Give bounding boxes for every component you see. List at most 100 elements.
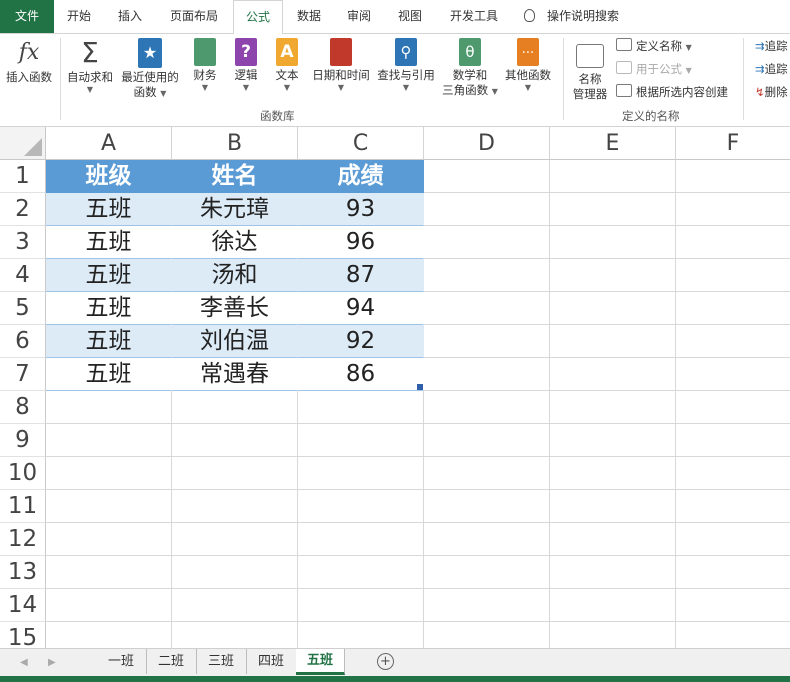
empty-cell[interactable] xyxy=(676,622,790,648)
empty-cell[interactable] xyxy=(676,556,790,589)
row-header[interactable]: 4 xyxy=(0,259,46,292)
table-cell[interactable]: 五班 xyxy=(46,226,172,259)
empty-cell[interactable] xyxy=(550,457,676,490)
tab-file[interactable]: 文件 xyxy=(0,0,54,33)
more-functions-button[interactable]: ... 其他函数 ▼ xyxy=(502,38,554,92)
empty-cell[interactable] xyxy=(172,391,298,424)
empty-cell[interactable] xyxy=(298,622,424,648)
empty-cell[interactable] xyxy=(424,457,550,490)
empty-cell[interactable] xyxy=(424,490,550,523)
empty-cell[interactable] xyxy=(676,193,790,226)
name-manager-button[interactable]: 名称 管理器 xyxy=(568,38,612,102)
empty-cell[interactable] xyxy=(46,622,172,648)
empty-cell[interactable] xyxy=(424,622,550,648)
scroll-right-icon[interactable]: ▶ xyxy=(48,649,56,676)
select-all-corner[interactable] xyxy=(0,127,46,160)
column-header-b[interactable]: B xyxy=(172,127,298,160)
column-header-d[interactable]: D xyxy=(424,127,550,160)
empty-cell[interactable] xyxy=(550,259,676,292)
empty-cell[interactable] xyxy=(676,226,790,259)
sheet-tab[interactable]: 四班 xyxy=(246,649,297,674)
tab-page-layout[interactable]: 页面布局 xyxy=(160,0,228,33)
empty-cell[interactable] xyxy=(424,424,550,457)
empty-cell[interactable] xyxy=(298,556,424,589)
empty-cell[interactable] xyxy=(550,490,676,523)
empty-cell[interactable] xyxy=(424,358,550,391)
tab-developer[interactable]: 开发工具 xyxy=(440,0,508,33)
empty-cell[interactable] xyxy=(424,226,550,259)
datetime-button[interactable]: 日期和时间 ▼ xyxy=(310,38,372,92)
row-header[interactable]: 14 xyxy=(0,589,46,622)
empty-cell[interactable] xyxy=(676,523,790,556)
table-cell[interactable]: 94 xyxy=(298,292,424,325)
row-header[interactable]: 7 xyxy=(0,358,46,391)
empty-cell[interactable] xyxy=(424,325,550,358)
text-button[interactable]: A 文本 ▼ xyxy=(270,38,304,92)
tab-data[interactable]: 数据 xyxy=(288,0,330,33)
empty-cell[interactable] xyxy=(550,292,676,325)
sheet-tab[interactable]: 三班 xyxy=(196,649,247,674)
empty-cell[interactable] xyxy=(676,259,790,292)
empty-cell[interactable] xyxy=(46,424,172,457)
table-cell[interactable]: 92 xyxy=(298,325,424,358)
empty-cell[interactable] xyxy=(550,226,676,259)
empty-cell[interactable] xyxy=(550,193,676,226)
create-from-selection-button[interactable]: 根据所选内容创建 xyxy=(616,84,728,100)
logical-button[interactable]: ? 逻辑 ▼ xyxy=(229,38,263,92)
table-cell[interactable]: 朱元璋 xyxy=(172,193,298,226)
row-header[interactable]: 1 xyxy=(0,160,46,193)
table-cell[interactable]: 五班 xyxy=(46,292,172,325)
empty-cell[interactable] xyxy=(550,325,676,358)
row-header[interactable]: 10 xyxy=(0,457,46,490)
empty-cell[interactable] xyxy=(172,424,298,457)
empty-cell[interactable] xyxy=(550,160,676,193)
row-header[interactable]: 3 xyxy=(0,226,46,259)
empty-cell[interactable] xyxy=(298,391,424,424)
lookup-reference-button[interactable]: ⚲ 查找与引用 ▼ xyxy=(375,38,437,92)
empty-cell[interactable] xyxy=(298,424,424,457)
row-header[interactable]: 13 xyxy=(0,556,46,589)
table-cell[interactable]: 徐达 xyxy=(172,226,298,259)
tab-review[interactable]: 审阅 xyxy=(338,0,380,33)
empty-cell[interactable] xyxy=(424,292,550,325)
column-header-c[interactable]: C xyxy=(298,127,424,160)
empty-cell[interactable] xyxy=(172,523,298,556)
add-sheet-button[interactable]: + xyxy=(377,653,394,670)
table-cell[interactable]: 96 xyxy=(298,226,424,259)
empty-cell[interactable] xyxy=(550,556,676,589)
table-cell[interactable]: 常遇春 xyxy=(172,358,298,391)
table-cell[interactable]: 87 xyxy=(298,259,424,292)
recently-used-button[interactable]: ★ 最近使用的 函数 ▼ xyxy=(118,38,182,101)
insert-function-button[interactable]: fx 插入函数 xyxy=(3,38,55,85)
row-header[interactable]: 11 xyxy=(0,490,46,523)
spreadsheet-grid[interactable]: A B C D E F 1 班级 姓名 成绩 2 五班 朱元璋 93 3 五班 徐达 96 4 五班 汤和 87 5 五班 李善… xyxy=(0,127,790,648)
empty-cell[interactable] xyxy=(46,589,172,622)
empty-cell[interactable] xyxy=(676,358,790,391)
tab-formulas[interactable]: 公式 xyxy=(233,0,283,35)
tab-home[interactable]: 开始 xyxy=(58,0,100,33)
sheet-tab[interactable]: 一班 xyxy=(96,649,147,674)
table-cell[interactable]: 93 xyxy=(298,193,424,226)
empty-cell[interactable] xyxy=(46,556,172,589)
empty-cell[interactable] xyxy=(676,424,790,457)
empty-cell[interactable] xyxy=(298,490,424,523)
empty-cell[interactable] xyxy=(298,523,424,556)
row-header[interactable]: 2 xyxy=(0,193,46,226)
empty-cell[interactable] xyxy=(676,589,790,622)
empty-cell[interactable] xyxy=(550,523,676,556)
row-header[interactable]: 12 xyxy=(0,523,46,556)
empty-cell[interactable] xyxy=(550,391,676,424)
autosum-button[interactable]: Σ 自动求和 ▼ xyxy=(64,38,116,95)
sheet-tab[interactable]: 二班 xyxy=(146,649,197,674)
empty-cell[interactable] xyxy=(424,391,550,424)
empty-cell[interactable] xyxy=(172,622,298,648)
math-trig-button[interactable]: θ 数学和 三角函数 ▼ xyxy=(440,38,500,99)
empty-cell[interactable] xyxy=(676,490,790,523)
table-header-cell[interactable]: 姓名 xyxy=(172,160,298,193)
empty-cell[interactable] xyxy=(676,457,790,490)
trace-precedents-button[interactable]: ⇉追踪 xyxy=(755,38,788,54)
table-header-cell[interactable]: 成绩 xyxy=(298,160,424,193)
table-cell[interactable]: 五班 xyxy=(46,193,172,226)
empty-cell[interactable] xyxy=(46,391,172,424)
empty-cell[interactable] xyxy=(424,259,550,292)
